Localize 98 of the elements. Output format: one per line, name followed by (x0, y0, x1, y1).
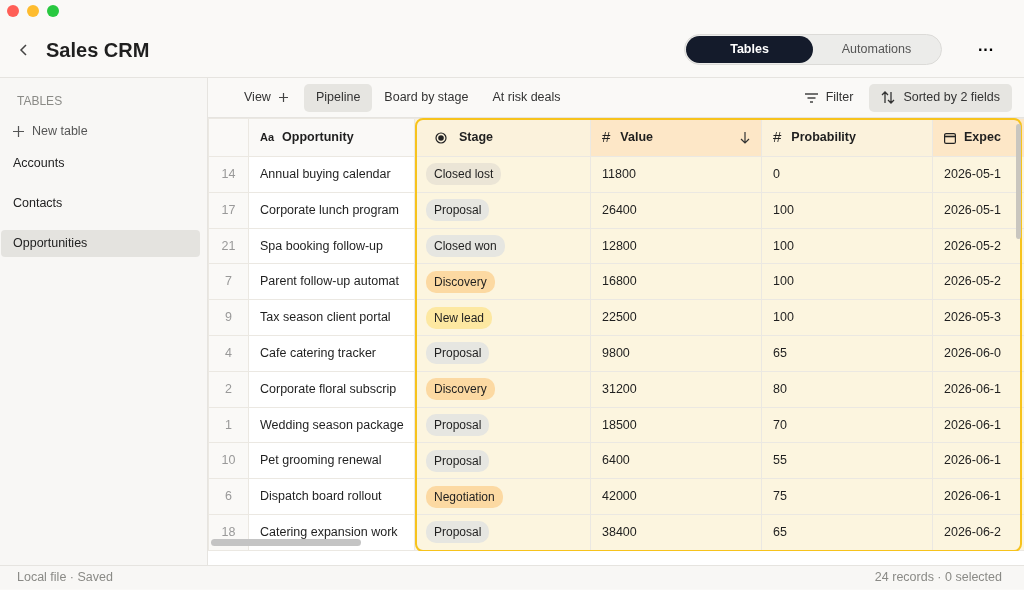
table-cell: 65 (761, 335, 933, 372)
stage-tag: Proposal (426, 342, 490, 365)
sidebar-item[interactable]: Contacts (1, 189, 200, 217)
table-cell: 11800 (590, 156, 762, 193)
new-table-button[interactable]: New table (0, 122, 199, 141)
table-cell: 100 (761, 263, 933, 300)
column-header[interactable]: # Value (590, 118, 762, 157)
stage-tag: Proposal (426, 199, 490, 222)
column-header[interactable]: Stage (414, 118, 591, 157)
table-cell: 16800 (590, 263, 762, 300)
table-cell: Parent follow-up automat (248, 263, 415, 300)
table-cell: 22500 (590, 299, 762, 336)
status-text: 24 records · 0 selected (874, 569, 1002, 587)
table-cell: Spa booking follow-up (248, 228, 415, 264)
table-cell: 9800 (590, 335, 762, 372)
status-text: Local file · Saved (17, 569, 113, 587)
table-cell: Annual buying calendar (248, 156, 415, 193)
table-cell: 100 (761, 299, 933, 336)
sort-button[interactable]: Sorted by 2 fields (869, 83, 1012, 112)
add-view-button[interactable]: View (232, 83, 300, 112)
table-cell: 38400 (590, 514, 762, 551)
sidebar-item[interactable]: Accounts (1, 149, 200, 177)
plus-icon (13, 125, 24, 137)
app-title: Sales CRM (46, 37, 150, 63)
column-header[interactable]: # Probability (761, 118, 933, 157)
row-number: 17 (208, 192, 249, 229)
table-cell: 31200 (590, 371, 762, 408)
stage-tag: Closed lost (426, 163, 502, 186)
table-cell: 80 (761, 371, 933, 408)
table-cell: 0 (761, 156, 933, 193)
table-cell: 26400 (590, 192, 762, 229)
view-tab[interactable]: Pipeline (303, 83, 373, 112)
stage-tag: Discovery (426, 378, 495, 401)
table-cell: Pet grooming renewal (248, 442, 415, 479)
table-cell: Cafe catering tracker (248, 335, 415, 372)
mode-tab[interactable]: Tables (686, 36, 813, 63)
table-cell: 18500 (590, 407, 762, 443)
column-header[interactable]: Aa Opportunity (248, 118, 415, 157)
table-cell: Dispatch board rollout (248, 478, 415, 515)
stage-tag: Proposal (426, 521, 490, 544)
field-type-icon: Aa (260, 129, 275, 146)
view-tab[interactable]: Board by stage (372, 83, 481, 112)
row-number: 10 (208, 442, 249, 479)
table-cell: 42000 (590, 478, 762, 515)
row-number: 7 (208, 263, 249, 300)
stage-tag: Discovery (426, 270, 495, 293)
table-cell: 12800 (590, 228, 762, 264)
view-tab[interactable]: At risk deals (480, 83, 573, 112)
stage-tag: New lead (426, 306, 493, 329)
table-cell: Wedding season package (248, 407, 415, 443)
sort-arrow-icon (740, 131, 750, 144)
plus-icon (278, 93, 288, 102)
table-cell: Tax season client portal (248, 299, 415, 336)
filter-button[interactable]: Filter (792, 83, 866, 112)
row-number: 4 (208, 335, 249, 372)
table-cell: 75 (761, 478, 933, 515)
table-cell: 70 (761, 407, 933, 443)
table-cell: 100 (761, 228, 933, 264)
mode-tab[interactable]: Automations (813, 36, 940, 63)
table-cell: Corporate lunch program (248, 192, 415, 229)
row-number: 9 (208, 299, 249, 336)
scrollbar-thumb[interactable] (211, 539, 361, 546)
table-cell: Corporate floral subscrip (248, 371, 415, 408)
row-number: 21 (208, 228, 249, 264)
stage-tag: Proposal (426, 449, 490, 472)
table-cell: 100 (761, 192, 933, 229)
table-cell: 65 (761, 514, 933, 551)
row-number: 1 (208, 407, 249, 443)
table-cell: 55 (761, 442, 933, 479)
stage-tag: Proposal (426, 413, 490, 436)
more-button[interactable]: ··· (972, 36, 1000, 63)
table-cell: 2026-05-3 (932, 299, 1024, 336)
close-button[interactable] (7, 5, 19, 17)
radio-icon (435, 131, 447, 144)
row-number: 14 (208, 156, 249, 193)
stage-tag: Closed won (426, 235, 505, 257)
calendar-icon (944, 131, 956, 144)
scrollbar-thumb[interactable] (1016, 124, 1021, 239)
table-cell: 2026-06-1 (932, 371, 1024, 408)
back-icon[interactable] (18, 42, 30, 57)
table-cell: 2026-06-1 (932, 478, 1024, 515)
zoom-button[interactable] (47, 5, 59, 17)
table-cell: 6400 (590, 442, 762, 479)
table-cell: 2026-06-2 (932, 514, 1024, 551)
row-number: 2 (208, 371, 249, 408)
field-type-icon: # (773, 126, 782, 149)
table-cell: 2026-06-1 (932, 407, 1024, 443)
field-type-icon: # (602, 126, 611, 149)
row-number: 6 (208, 478, 249, 515)
stage-tag: Negotiation (426, 485, 503, 508)
sort-icon (881, 91, 896, 104)
table-cell: 2026-05-2 (932, 263, 1024, 300)
table-cell: 2026-06-0 (932, 335, 1024, 372)
section-heading: TABLES (17, 93, 64, 110)
table-cell: 2026-06-1 (932, 442, 1024, 479)
filter-icon (804, 92, 818, 103)
minimize-button[interactable] (27, 5, 39, 17)
sidebar-item[interactable]: Opportunities (1, 229, 200, 257)
